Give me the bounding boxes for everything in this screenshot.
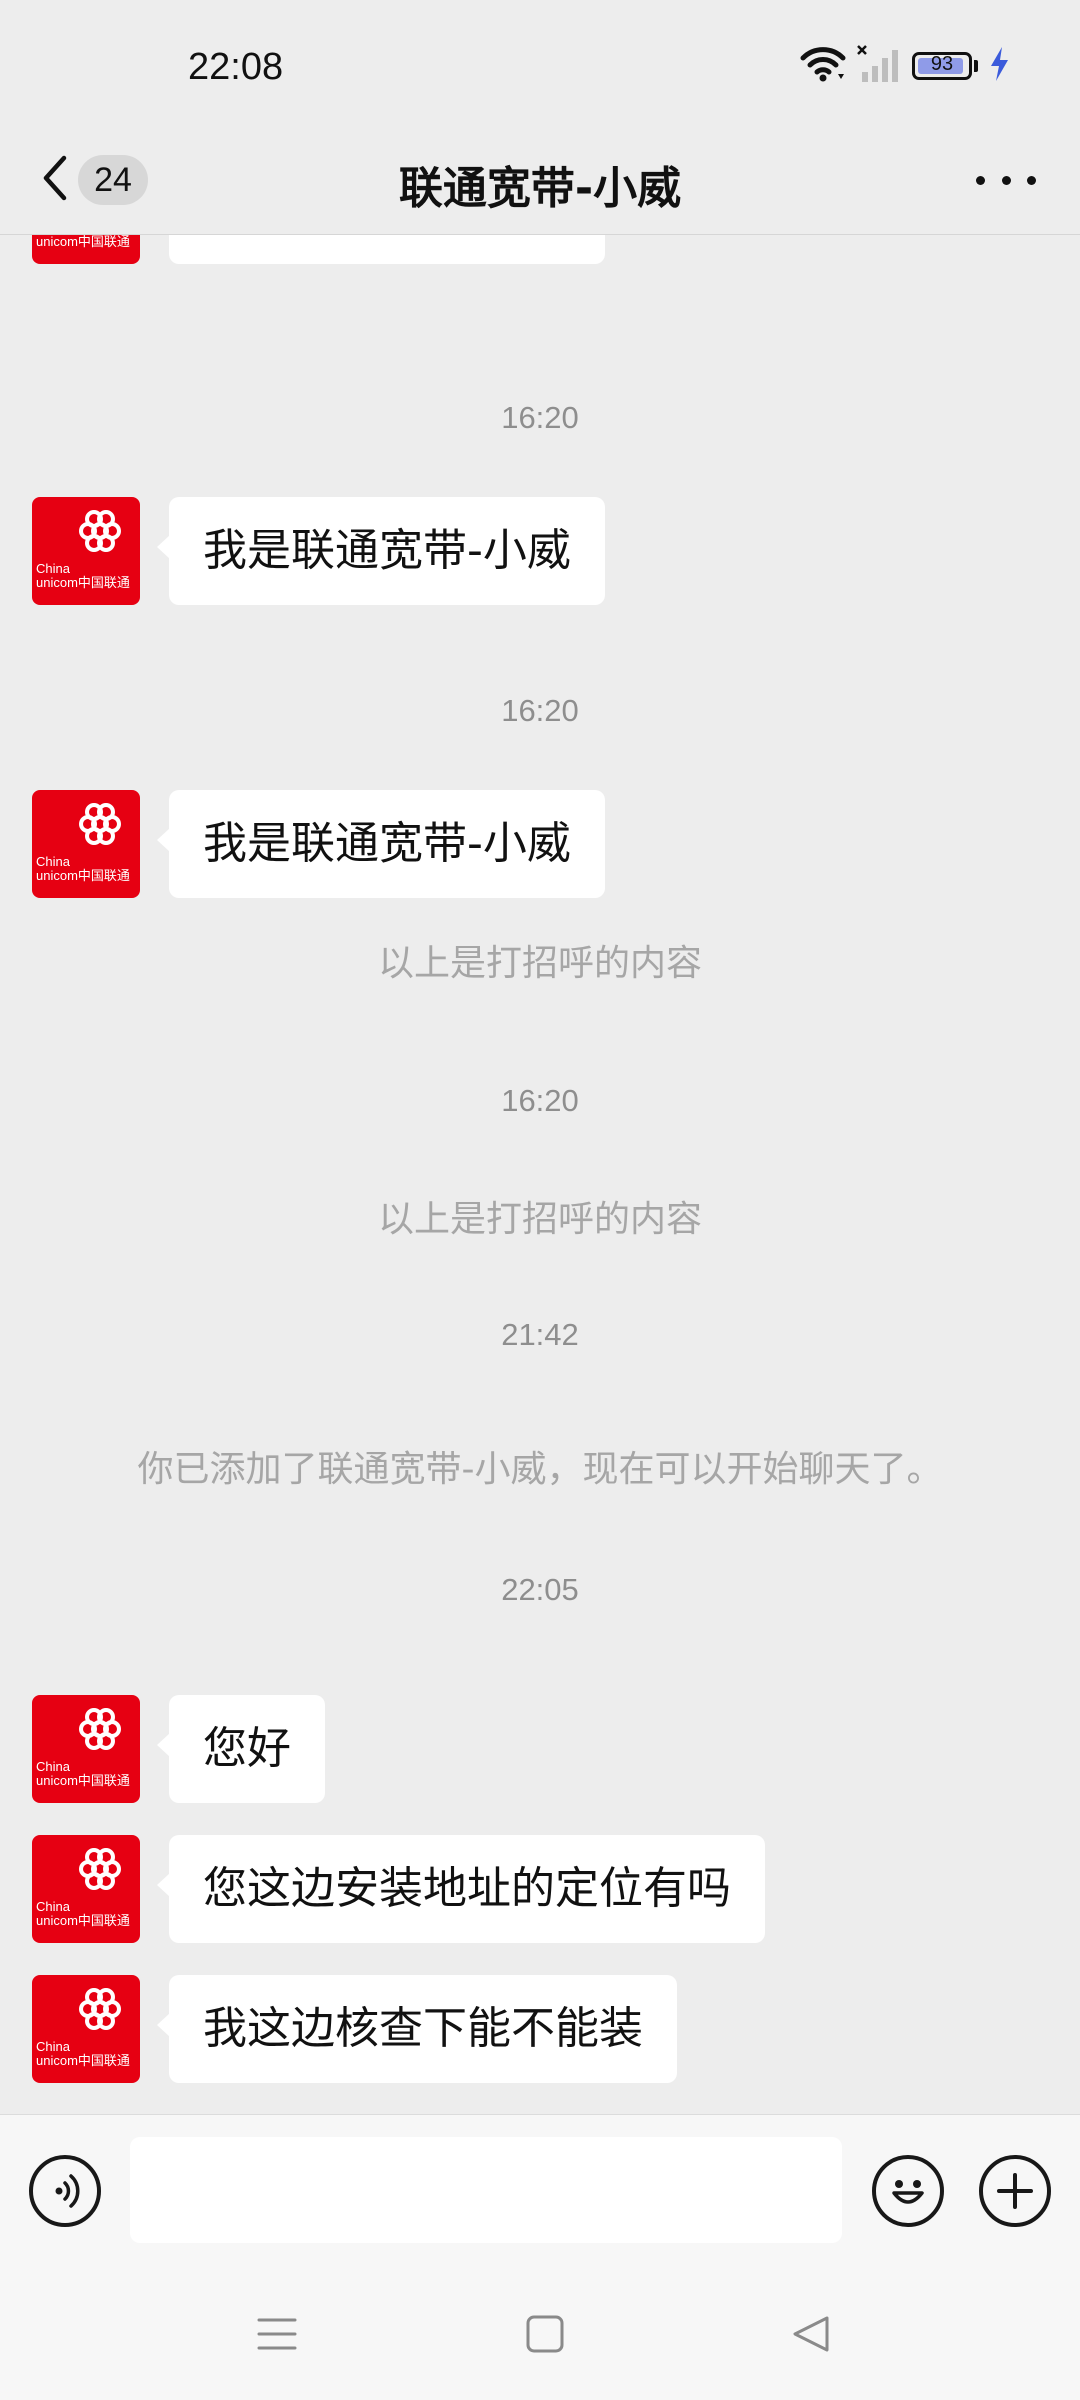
avatar-brand-line1: China <box>36 854 70 869</box>
avatar-brand-line2: unicom中国联通 <box>36 1773 130 1788</box>
avatar-brand-line2: unicom中国联通 <box>36 575 130 590</box>
system-nav-bar <box>0 2264 1080 2400</box>
message-bubble[interactable]: 我是联通宽带-小威 <box>157 790 605 898</box>
more-dot <box>1001 175 1011 185</box>
message-bubble[interactable]: 我是联通宽带-小威 <box>169 234 605 264</box>
charging-bolt-icon <box>988 46 1010 86</box>
chat-title: 联通宽带-小威 <box>398 163 682 214</box>
avatar[interactable]: Chinaunicom中国联通 <box>32 497 140 605</box>
more-button[interactable] <box>976 158 1036 202</box>
system-notice: 以上是打招呼的内容 <box>377 1199 702 1240</box>
message-bubble[interactable]: 您这边安装地址的定位有吗 <box>157 1835 765 1943</box>
message-row: China unicom中国联通 我这边核查下能不能装 <box>32 1975 677 2083</box>
system-back-button[interactable] <box>781 2306 841 2366</box>
timestamp: 22:05 <box>501 1572 579 1607</box>
avatar-brand-line2: unicom中国联通 <box>36 234 130 249</box>
timestamp: 16:20 <box>501 1083 579 1118</box>
more-functions-button[interactable] <box>979 2155 1051 2227</box>
avatar-brand-line1: China <box>36 561 70 576</box>
avatar[interactable]: Chinaunicom中国联通 <box>32 1975 140 2083</box>
battery-percent: 93 <box>930 53 954 75</box>
message-bubble[interactable]: 我这边核查下能不能装 <box>157 1975 677 2083</box>
avatar-brand-line1: China <box>36 1899 70 1914</box>
home-button[interactable] <box>515 2306 575 2366</box>
avatar[interactable]: Chinaunicom中国联通 <box>32 1695 140 1803</box>
message-input[interactable] <box>130 2137 842 2243</box>
avatar-brand-line1: China <box>36 2039 70 2054</box>
message-row: Chinaunicom中国联通我是联通宽带-小威 <box>32 497 605 605</box>
menu-icon <box>257 2316 297 2356</box>
system-notice: 以上是打招呼的内容 <box>377 943 702 984</box>
avatar[interactable]: Chinaunicom中国联通 <box>32 1835 140 1943</box>
input-bar <box>0 2114 1080 2265</box>
message-row: Chinaunicom中国联通我是联通宽带-小威 <box>32 790 605 898</box>
avatar-brand-line2: unicom中国联通 <box>36 1913 130 1928</box>
battery-icon: 93 <box>912 52 972 80</box>
avatar-brand-line2: unicom中国联通 <box>36 868 130 883</box>
back-triangle-icon <box>791 2314 831 2358</box>
recent-apps-button[interactable] <box>247 2306 307 2366</box>
avatar-brand-line1: China <box>36 1759 70 1774</box>
status-bar: 22:08 93 <box>0 0 1080 130</box>
voice-input-button[interactable] <box>29 2155 101 2227</box>
wifi-icon <box>800 44 846 88</box>
avatar[interactable]: Chinaunicom中国联通 <box>32 234 140 264</box>
signal-no-sim-icon <box>856 44 902 88</box>
home-icon <box>525 2314 565 2358</box>
message-row: China unicom中国联通 您好 <box>32 1695 325 1803</box>
more-dots-icon <box>976 175 985 185</box>
message-row: Chinaunicom中国联通我是联通宽带-小威 <box>32 234 605 264</box>
timestamp: 21:42 <box>501 1317 579 1352</box>
more-dot <box>1027 175 1036 185</box>
timestamp: 16:20 <box>501 693 579 728</box>
status-time: 22:08 <box>188 46 284 88</box>
battery-cap <box>974 60 978 72</box>
emoji-button[interactable] <box>872 2155 944 2227</box>
avatar[interactable]: Chinaunicom中国联通 <box>32 790 140 898</box>
timestamp: 16:20 <box>501 400 579 435</box>
message-bubble[interactable]: 我是联通宽带-小威 <box>157 497 605 605</box>
message-row: China unicom中国联通 您这边安装地址的定位有吗 <box>32 1835 765 1943</box>
status-icons: 93 <box>800 44 1010 88</box>
message-list[interactable]: Chinaunicom中国联通我是联通宽带-小威16:20Chinaunicom… <box>0 234 1080 2114</box>
message-bubble[interactable]: 您好 <box>157 1695 325 1803</box>
system-notice: 你已添加了联通宽带-小威，现在可以开始聊天了。 <box>137 1449 943 1490</box>
avatar-brand-line2: unicom中国联通 <box>36 2053 130 2068</box>
chat-header: 24 联通宽带-小威 <box>0 130 1080 235</box>
